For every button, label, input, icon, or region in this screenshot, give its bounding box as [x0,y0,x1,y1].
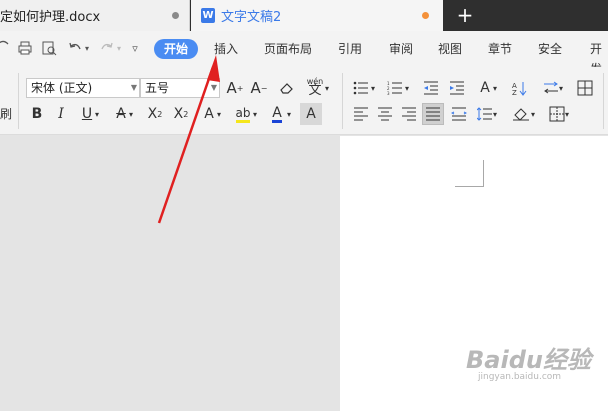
annotation-arrow-icon [157,55,220,224]
